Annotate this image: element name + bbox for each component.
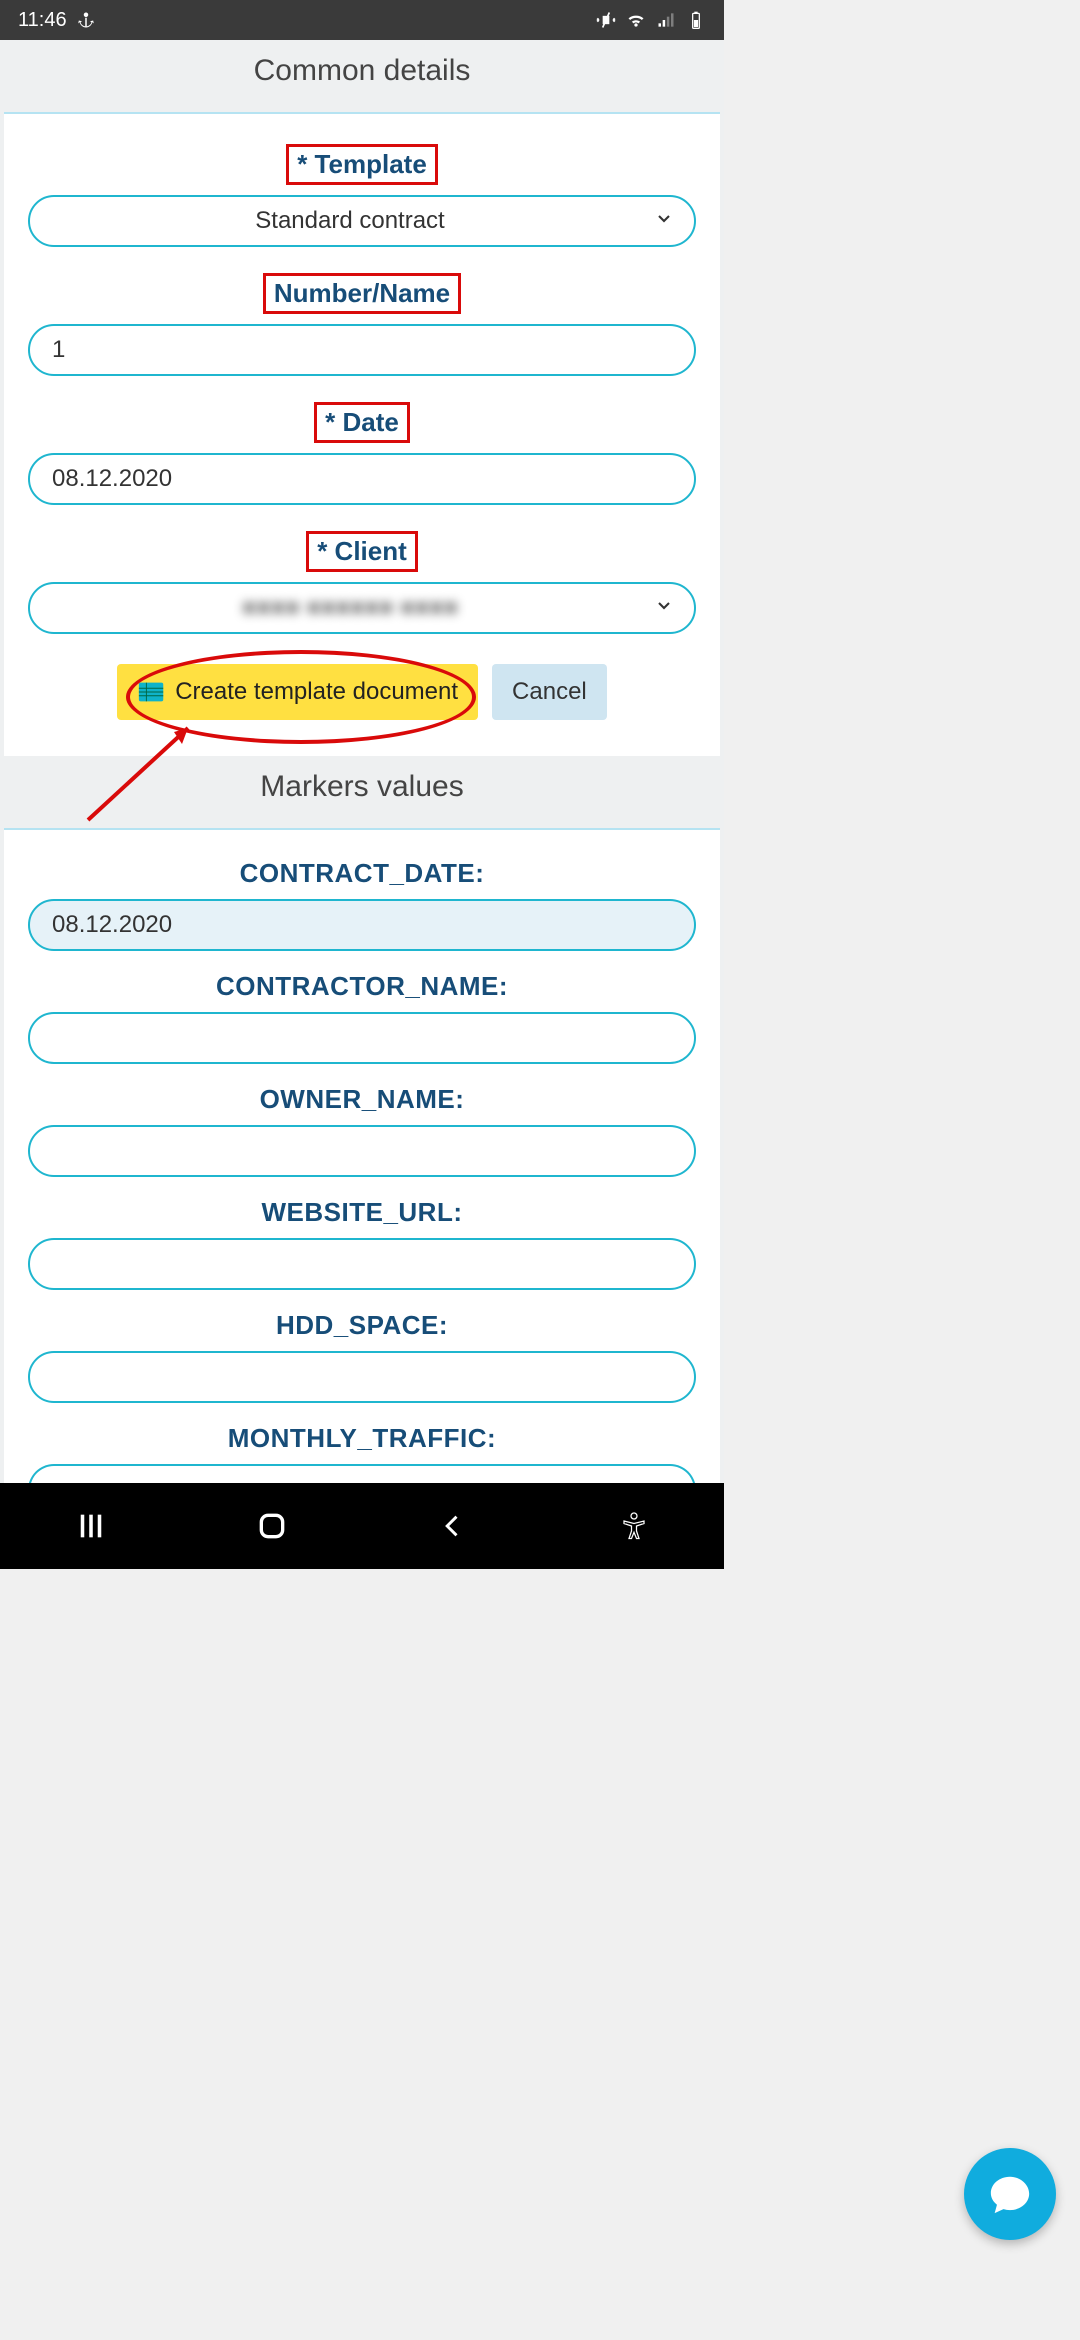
back-button[interactable] [423, 1496, 483, 1556]
create-button-label: Create template document [175, 678, 458, 706]
client-field-block: * Client ■■■■ ■■■■■■ ■■■■ [28, 531, 696, 634]
status-right [596, 10, 706, 30]
marker-monthly-traffic: MONTHLY_TRAFFIC: [28, 1423, 696, 1483]
battery-icon [686, 10, 706, 30]
chat-fab[interactable] [964, 2148, 1056, 2240]
template-select[interactable]: Standard contract [28, 195, 696, 247]
cancel-button-label: Cancel [512, 678, 587, 706]
status-bar: 11:46 [0, 0, 724, 40]
marker-website-url: WEBSITE_URL: [28, 1197, 696, 1290]
cancel-button[interactable]: Cancel [492, 664, 607, 720]
date-label: * Date [314, 402, 410, 443]
recents-button[interactable] [61, 1496, 121, 1556]
common-details-header: Common details [0, 40, 724, 112]
vibrate-icon [596, 10, 616, 30]
marker-contract-date: CONTRACT_DATE: [28, 858, 696, 951]
anchor-icon [77, 11, 95, 29]
marker-owner-name-input[interactable] [28, 1125, 696, 1177]
marker-website-url-label: WEBSITE_URL: [28, 1197, 696, 1228]
home-button[interactable] [242, 1496, 302, 1556]
number-input[interactable] [28, 324, 696, 376]
marker-website-url-input[interactable] [28, 1238, 696, 1290]
client-label: * Client [306, 531, 418, 572]
marker-hdd-space-label: HDD_SPACE: [28, 1310, 696, 1341]
client-selected-value: ■■■■ ■■■■■■ ■■■■ [242, 594, 458, 621]
marker-hdd-space-input[interactable] [28, 1351, 696, 1403]
markers-values-header: Markers values [0, 756, 724, 828]
marker-contract-date-label: CONTRACT_DATE: [28, 858, 696, 889]
wifi-icon [626, 10, 646, 30]
button-row: Create template document Cancel [28, 664, 696, 720]
marker-monthly-traffic-label: MONTHLY_TRAFFIC: [28, 1423, 696, 1454]
client-select[interactable]: ■■■■ ■■■■■■ ■■■■ [28, 582, 696, 634]
number-label: Number/Name [263, 273, 461, 314]
marker-contract-date-input[interactable] [28, 899, 696, 951]
chat-icon [987, 2171, 1033, 2217]
marker-contractor-name-input[interactable] [28, 1012, 696, 1064]
marker-contractor-name: CONTRACTOR_NAME: [28, 971, 696, 1064]
number-field-block: Number/Name [28, 273, 696, 376]
system-nav-bar [0, 1483, 724, 1569]
accessibility-button[interactable] [604, 1496, 664, 1556]
markers-card: CONTRACT_DATE: CONTRACTOR_NAME: OWNER_NA… [4, 828, 720, 1483]
marker-hdd-space: HDD_SPACE: [28, 1310, 696, 1403]
cell-signal-icon [656, 10, 676, 30]
document-icon [137, 678, 167, 706]
common-details-card: * Template Standard contract Number/Name… [4, 112, 720, 756]
create-template-button[interactable]: Create template document [117, 664, 478, 720]
date-input[interactable] [28, 453, 696, 505]
marker-owner-name-label: OWNER_NAME: [28, 1084, 696, 1115]
marker-monthly-traffic-input[interactable] [28, 1464, 696, 1483]
status-left: 11:46 [18, 9, 95, 32]
status-time: 11:46 [18, 9, 67, 32]
date-field-block: * Date [28, 402, 696, 505]
template-selected-value: Standard contract [255, 207, 444, 234]
marker-contractor-name-label: CONTRACTOR_NAME: [28, 971, 696, 1002]
template-field-block: * Template Standard contract [28, 144, 696, 247]
content-scroll[interactable]: Common details * Template Standard contr… [0, 40, 724, 1483]
marker-owner-name: OWNER_NAME: [28, 1084, 696, 1177]
template-label: * Template [286, 144, 438, 185]
